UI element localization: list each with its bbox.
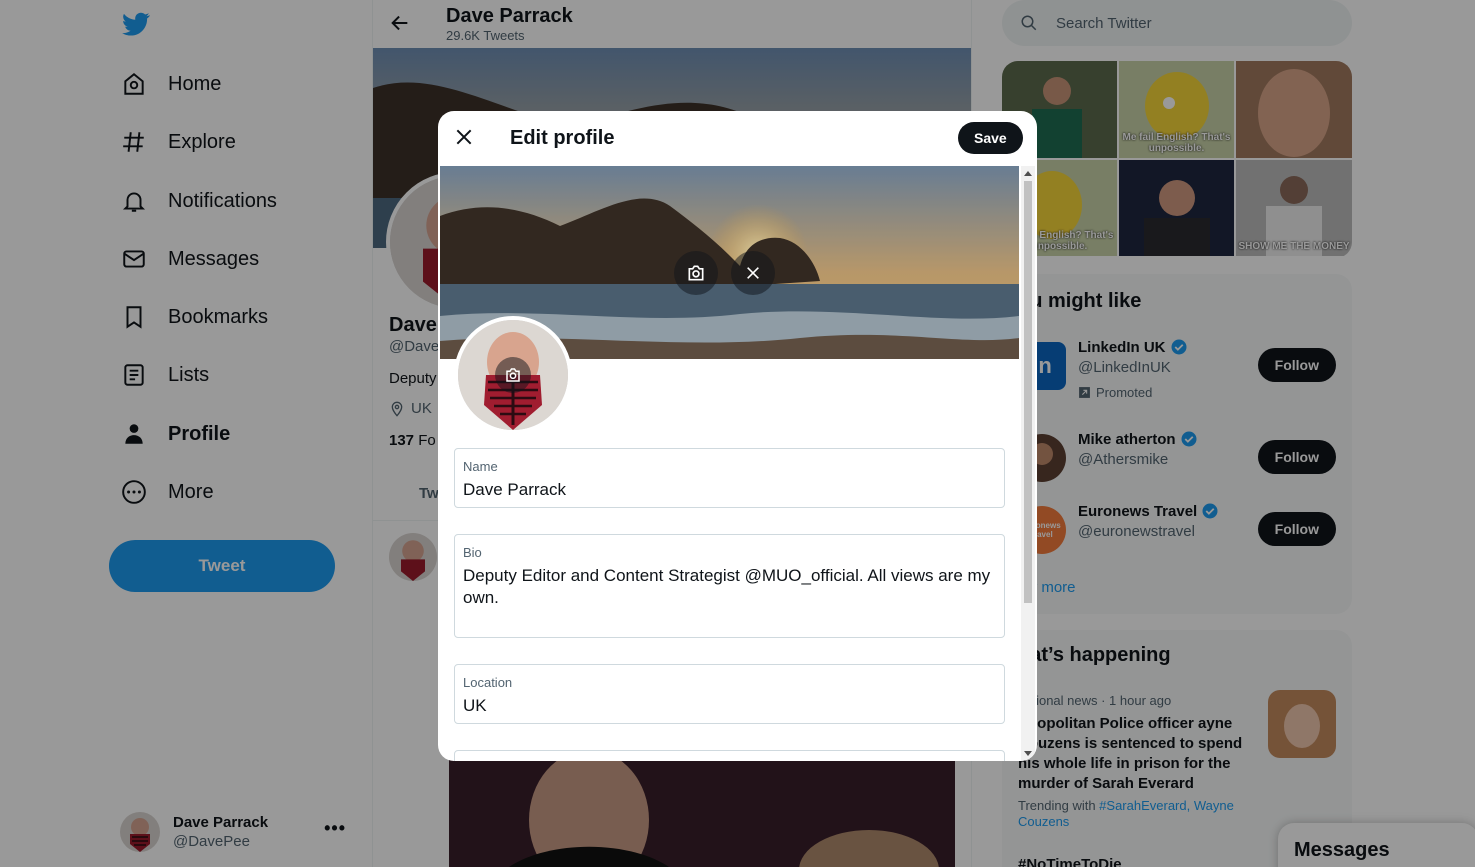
- location-input[interactable]: UK: [463, 695, 996, 717]
- website-field[interactable]: [454, 750, 1005, 761]
- name-field[interactable]: Name Dave Parrack: [454, 448, 1005, 508]
- scroll-thumb[interactable]: [1024, 181, 1032, 603]
- close-icon: [747, 267, 759, 279]
- dialog-header: Edit profile Save: [438, 111, 1037, 164]
- bio-field[interactable]: Bio Deputy Editor and Content Strategist…: [454, 534, 1005, 638]
- location-field[interactable]: Location UK: [454, 664, 1005, 724]
- bio-textarea[interactable]: Deputy Editor and Content Strategist @MU…: [463, 565, 996, 609]
- name-field-label: Name: [463, 459, 498, 474]
- add-avatar-photo-button[interactable]: [495, 357, 531, 393]
- scrollbar[interactable]: [1021, 166, 1035, 761]
- edit-profile-dialog: Edit profile Save Name Dave Parrack Bio …: [438, 111, 1037, 761]
- dialog-title: Edit profile: [510, 127, 615, 149]
- save-button[interactable]: Save: [958, 122, 1023, 154]
- close-icon[interactable]: [454, 127, 474, 147]
- location-field-label: Location: [463, 675, 513, 690]
- scroll-up-arrow[interactable]: [1024, 171, 1032, 176]
- bio-field-label: Bio: [463, 545, 482, 560]
- remove-banner-button[interactable]: [731, 251, 775, 295]
- profile-photo[interactable]: [454, 316, 572, 434]
- camera-icon: [688, 265, 704, 281]
- scroll-down-arrow[interactable]: [1024, 751, 1032, 756]
- name-input[interactable]: Dave Parrack: [463, 479, 996, 501]
- camera-icon: [506, 368, 520, 382]
- add-banner-photo-button[interactable]: [674, 251, 718, 295]
